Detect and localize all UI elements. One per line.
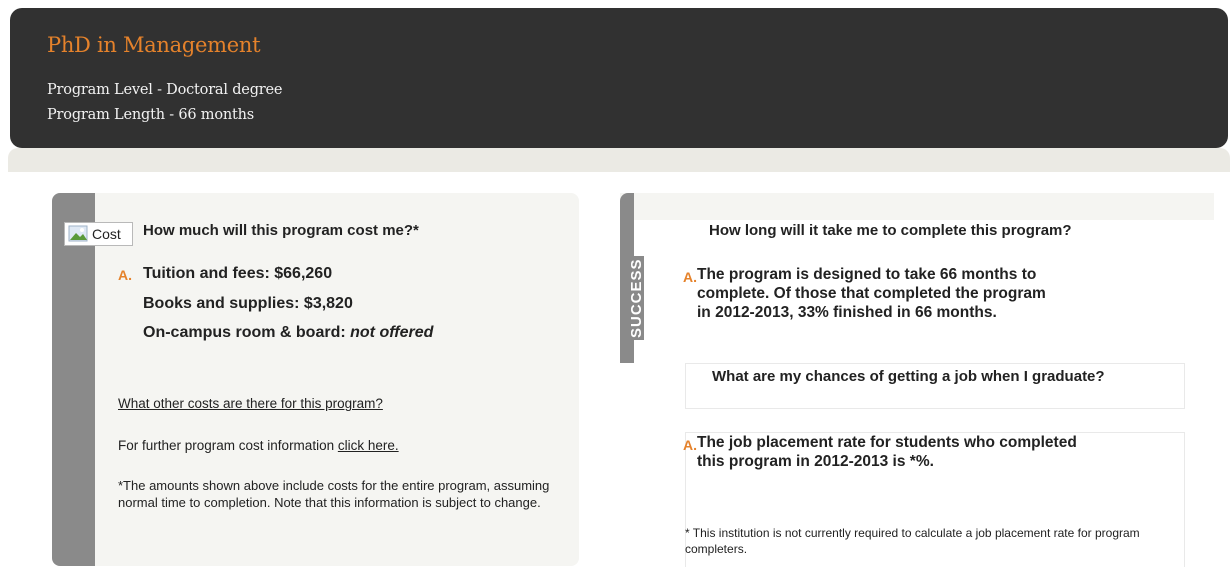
job-answer-line-2: this program in 2012-2013 is *%. xyxy=(697,453,934,470)
cost-question: How much will this program cost me?* xyxy=(143,222,419,239)
books-supplies: Books and supplies: $3,820 xyxy=(143,295,353,312)
click-here-link[interactable]: click here. xyxy=(338,438,399,453)
tuition-fees: Tuition and fees: $66,260 xyxy=(143,265,333,282)
success-top-band xyxy=(620,193,1214,220)
cost-answer-letter: A. xyxy=(118,267,132,283)
cost-image: Cost xyxy=(64,222,133,246)
other-costs-link[interactable]: What other costs are there for this prog… xyxy=(118,396,383,411)
cost-side-strip xyxy=(52,193,95,566)
job-answer-line-1: The job placement rate for students who … xyxy=(697,434,1077,451)
further-cost-info: For further program cost information cli… xyxy=(118,438,399,453)
broken-image-icon xyxy=(68,225,90,243)
room-board-value: not offered xyxy=(350,324,434,341)
completion-answer-line-1: The program is designed to take 66 month… xyxy=(697,266,1037,283)
room-board: On-campus room & board: not offered xyxy=(143,324,433,342)
completion-answer-letter: A. xyxy=(683,269,697,285)
cost-image-alt: Cost xyxy=(92,226,121,242)
completion-answer-line-2: complete. Of those that completed the pr… xyxy=(697,285,1046,302)
completion-answer-line-3: in 2012-2013, 33% finished in 66 months. xyxy=(697,304,997,321)
program-level: Program Level - Doctoral degree xyxy=(47,82,283,98)
program-header: PhD in Management Program Level - Doctor… xyxy=(10,8,1228,148)
job-question: What are my chances of getting a job whe… xyxy=(712,368,1105,385)
completion-question: How long will it take me to complete thi… xyxy=(709,222,1072,239)
program-title: PhD in Management xyxy=(47,33,261,57)
success-label: SUCCESS xyxy=(628,256,645,340)
header-band xyxy=(8,148,1230,172)
further-cost-text: For further program cost information xyxy=(118,438,338,453)
room-board-label: On-campus room & board: xyxy=(143,324,351,341)
job-answer-letter: A. xyxy=(683,437,697,453)
program-length: Program Length - 66 months xyxy=(47,107,255,123)
job-footnote: * This institution is not currently requ… xyxy=(685,526,1140,556)
cost-footnote: *The amounts shown above include costs f… xyxy=(118,478,550,510)
